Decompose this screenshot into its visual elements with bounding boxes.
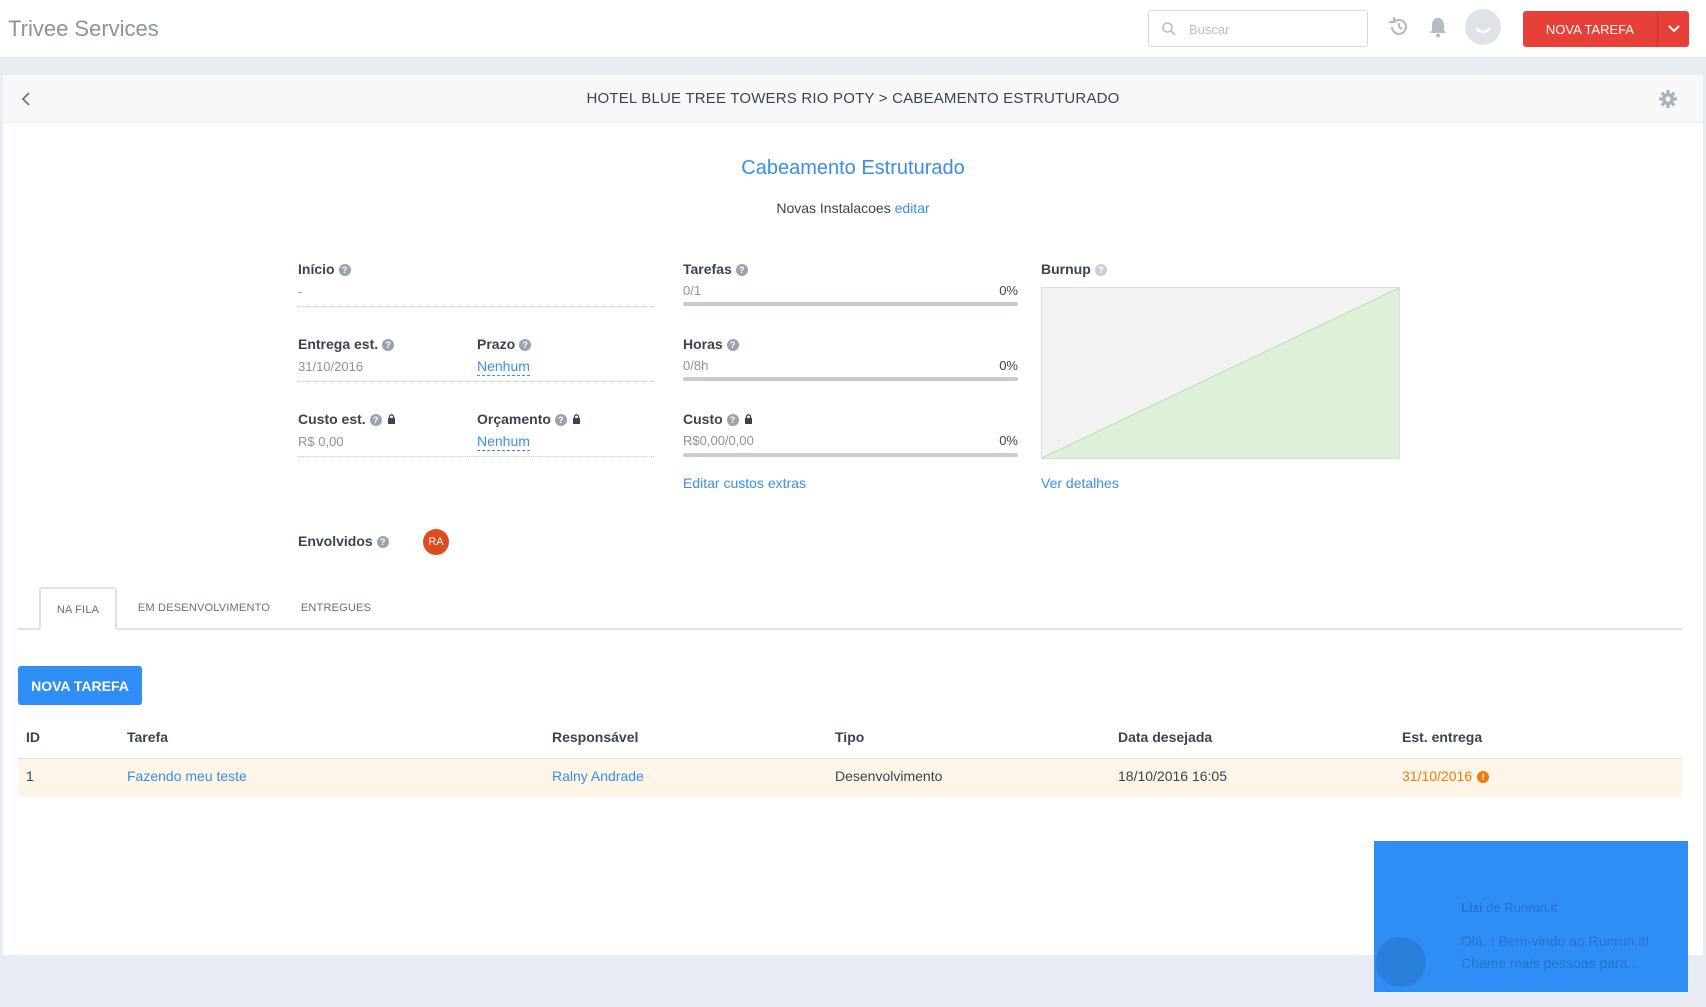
orcamento-label-text: Orçamento [477, 411, 551, 427]
history-icon[interactable] [1386, 14, 1412, 40]
chat-sender-name: Lizi [1461, 900, 1483, 915]
burnup-chart [1041, 287, 1400, 459]
orcamento-value[interactable]: Nenhum [477, 432, 530, 451]
help-icon[interactable]: ? [376, 536, 389, 548]
help-icon[interactable]: ? [1094, 264, 1107, 276]
help-icon[interactable]: ? [554, 414, 567, 426]
lock-icon [744, 414, 752, 424]
new-task-header-button[interactable]: NOVA TAREFA [1523, 11, 1657, 47]
project-type: Novas Instalacoes [776, 200, 891, 216]
tab-em-desenvolvimento[interactable]: EM DESENVOLVIMENTO [133, 587, 275, 630]
col-responsavel[interactable]: Responsável [552, 729, 638, 745]
tarefas-label: Tarefas? [683, 261, 748, 277]
smiley-icon [1475, 27, 1491, 34]
edit-extra-costs-link[interactable]: Editar custos extras [683, 475, 806, 491]
help-icon[interactable]: ? [726, 339, 739, 351]
help-icon[interactable]: ? [519, 339, 532, 351]
divider [298, 306, 654, 307]
lock-icon [572, 414, 580, 424]
new-task-button[interactable]: NOVA TAREFA [18, 666, 142, 705]
col-est-entrega[interactable]: Est. entrega [1402, 729, 1482, 745]
entrega-label: Entrega est.? [298, 336, 395, 352]
warning-icon[interactable]: ! [1477, 771, 1490, 783]
tarefas-label-text: Tarefas [683, 261, 732, 277]
custo-label: Custo? [683, 411, 753, 427]
custo-est-label-text: Custo est. [298, 411, 366, 427]
divider [298, 456, 654, 457]
project-title: Cabeamento Estruturado [741, 157, 965, 179]
cell-tarefa-link[interactable]: Fazendo meu teste [127, 768, 247, 784]
search-box[interactable] [1148, 10, 1368, 47]
cell-tipo: Desenvolvimento [835, 768, 943, 784]
entrega-value: 31/10/2016 [298, 359, 364, 374]
brand-name[interactable]: Trivee Services [8, 16, 159, 42]
chat-message: Olá, ! Bem-vindo ao Runrun.it! Chame mai… [1461, 933, 1650, 971]
envolvidos-label-text: Envolvidos [298, 533, 373, 549]
custo-label-text: Custo [683, 411, 723, 427]
horas-label-text: Horas [683, 336, 723, 352]
custo-est-value: R$ 0,00 [298, 434, 344, 449]
horas-value: 0/8h [683, 358, 709, 373]
edit-link[interactable]: editar [895, 200, 930, 216]
entrega-label-text: Entrega est. [298, 336, 379, 352]
tarefas-progress-bar [683, 302, 1018, 306]
inicio-label-text: Início [298, 261, 335, 277]
breadcrumb: HOTEL BLUE TREE TOWERS RIO POTY > CABEAM… [586, 90, 1120, 107]
tarefas-value: 0/1 [683, 283, 702, 298]
burnup-label-text: Burnup [1041, 261, 1091, 277]
cell-data-desejada: 18/10/2016 16:05 [1118, 768, 1227, 784]
tab-na-fila[interactable]: NA FILA [39, 587, 117, 630]
gear-icon[interactable] [1658, 89, 1678, 109]
chat-sender-org: de Runrun.it [1486, 900, 1558, 915]
user-avatar[interactable] [1465, 9, 1501, 45]
cell-id: 1 [26, 768, 34, 784]
cell-est-entrega: 31/10/2016! [1402, 768, 1490, 784]
envolvidos-label: Envolvidos? [298, 533, 389, 549]
chat-widget[interactable]: Lizi de Runrun.it Olá, ! Bem-vindo ao Ru… [1374, 841, 1688, 992]
custo-progress-bar [683, 453, 1018, 457]
col-id[interactable]: ID [26, 729, 40, 745]
prazo-label: Prazo? [477, 336, 532, 352]
cell-responsavel-link[interactable]: Ralny Andrade [552, 768, 644, 784]
bell-icon[interactable] [1425, 14, 1451, 40]
help-icon[interactable]: ? [726, 414, 739, 426]
help-icon[interactable]: ? [382, 339, 395, 351]
search-input[interactable] [1189, 19, 1359, 39]
custo-est-label: Custo est.? [298, 411, 396, 427]
custo-percent: 0% [999, 433, 1018, 448]
new-task-dropdown-button[interactable] [1657, 11, 1689, 47]
help-icon[interactable]: ? [369, 414, 382, 426]
inicio-value[interactable]: - [298, 284, 302, 299]
member-avatar[interactable]: RA [423, 529, 449, 555]
divider [298, 381, 654, 382]
lock-icon [387, 414, 395, 424]
tarefas-percent: 0% [999, 283, 1018, 298]
horas-label: Horas? [683, 336, 739, 352]
top-bar: Trivee Services NOVA TAREFA [0, 0, 1706, 58]
prazo-value[interactable]: Nenhum [477, 357, 530, 376]
burnup-label: Burnup? [1041, 261, 1107, 277]
chat-sender: Lizi de Runrun.it [1461, 900, 1557, 915]
chevron-down-icon [1668, 25, 1680, 33]
project-subtitle: Novas Instalacoes editar [3, 200, 1703, 216]
est-entrega-date: 31/10/2016 [1402, 768, 1473, 784]
card-header: HOTEL BLUE TREE TOWERS RIO POTY > CABEAM… [3, 75, 1703, 123]
chat-avatar [1376, 937, 1426, 987]
prazo-label-text: Prazo [477, 336, 516, 352]
view-details-link[interactable]: Ver detalhes [1041, 475, 1119, 491]
horas-percent: 0% [999, 358, 1018, 373]
custo-value: R$0,00/0,00 [683, 433, 754, 448]
col-data-desejada[interactable]: Data desejada [1118, 729, 1212, 745]
help-icon[interactable]: ? [338, 264, 351, 276]
project-card: HOTEL BLUE TREE TOWERS RIO POTY > CABEAM… [3, 75, 1703, 955]
col-tipo[interactable]: Tipo [835, 729, 864, 745]
horas-progress-bar [683, 377, 1018, 381]
col-tarefa[interactable]: Tarefa [127, 729, 168, 745]
search-icon [1162, 22, 1176, 36]
tab-entregues[interactable]: ENTREGUES [296, 587, 376, 630]
help-icon[interactable]: ? [735, 264, 748, 276]
orcamento-label: Orçamento? [477, 411, 581, 427]
inicio-label: Início? [298, 261, 351, 277]
